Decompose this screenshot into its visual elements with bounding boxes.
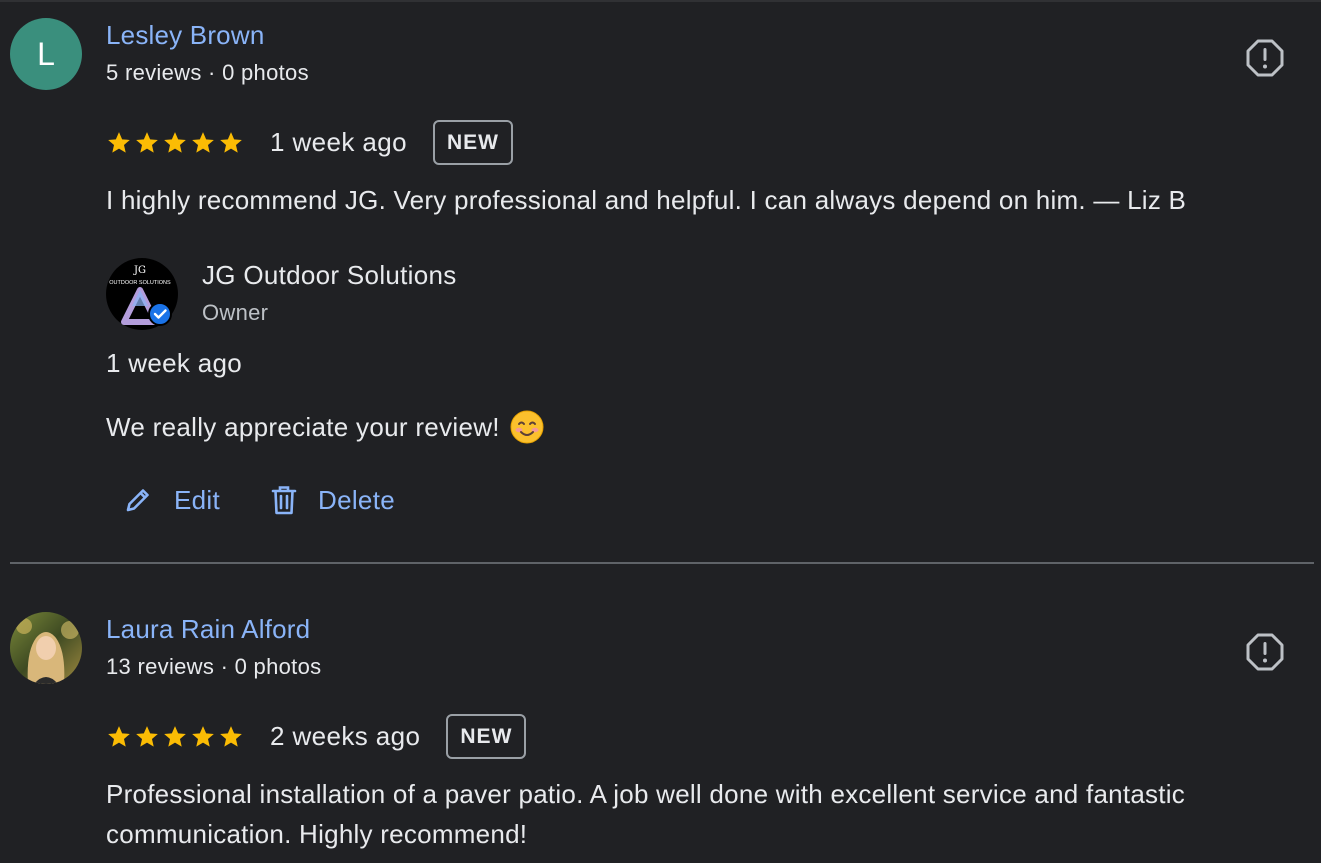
star-icon bbox=[108, 131, 130, 153]
owner-reply-actions: Edit Delete bbox=[122, 484, 445, 516]
review-text: I highly recommend JG. Very professional… bbox=[106, 185, 1187, 215]
report-icon[interactable] bbox=[1245, 38, 1285, 78]
rating-row: 1 week ago NEW bbox=[106, 120, 513, 165]
edit-label: Edit bbox=[174, 484, 221, 515]
owner-logo-subtext: OUTDOOR SOLUTIONS bbox=[109, 280, 171, 286]
review-date: 1 week ago bbox=[270, 127, 407, 157]
reviewer-meta: 5 reviews · 0 photos bbox=[106, 60, 309, 85]
trash-icon bbox=[271, 486, 297, 515]
reviewer-name[interactable]: Lesley Brown bbox=[106, 20, 264, 51]
star-icon bbox=[192, 131, 214, 153]
edit-button[interactable]: Edit bbox=[122, 484, 220, 516]
star-icon bbox=[192, 725, 214, 747]
reviewer-avatar[interactable]: L bbox=[10, 18, 82, 90]
star-icon bbox=[136, 131, 158, 153]
verified-badge-icon bbox=[148, 302, 172, 326]
star-icon bbox=[220, 725, 242, 747]
smiling-face-emoji bbox=[510, 410, 544, 444]
reviewer-name[interactable]: Laura Rain Alford bbox=[106, 614, 310, 645]
owner-reply-message: We really appreciate your review! bbox=[106, 411, 500, 442]
star-icon bbox=[220, 131, 242, 153]
delete-button[interactable]: Delete bbox=[270, 484, 395, 516]
report-icon[interactable] bbox=[1245, 632, 1285, 672]
reviewer-avatar[interactable] bbox=[10, 612, 82, 684]
new-badge: NEW bbox=[446, 714, 527, 759]
owner-logo-text: JG bbox=[133, 265, 146, 276]
owner-reply-text: We really appreciate your review! bbox=[106, 410, 544, 444]
star-icon bbox=[136, 725, 158, 747]
star-rating bbox=[106, 724, 244, 750]
review-divider bbox=[10, 562, 1314, 564]
review-date: 2 weeks ago bbox=[270, 721, 421, 751]
star-icon bbox=[164, 725, 186, 747]
delete-label: Delete bbox=[318, 484, 395, 515]
star-icon bbox=[108, 725, 130, 747]
new-badge: NEW bbox=[432, 120, 513, 165]
owner-role: Owner bbox=[202, 300, 269, 325]
star-icon bbox=[164, 131, 186, 153]
owner-name[interactable]: JG Outdoor Solutions bbox=[202, 260, 457, 291]
top-border bbox=[0, 0, 1321, 2]
pencil-icon bbox=[126, 489, 149, 512]
rating-row: 2 weeks ago NEW bbox=[106, 714, 527, 759]
star-rating bbox=[106, 130, 244, 156]
review-text: Professional installation of a paver pat… bbox=[106, 779, 1186, 849]
reviewer-meta: 13 reviews · 0 photos bbox=[106, 654, 322, 679]
owner-reply-date: 1 week ago bbox=[106, 348, 242, 378]
owner-logo[interactable]: JG OUTDOOR SOLUTIONS bbox=[106, 258, 178, 330]
